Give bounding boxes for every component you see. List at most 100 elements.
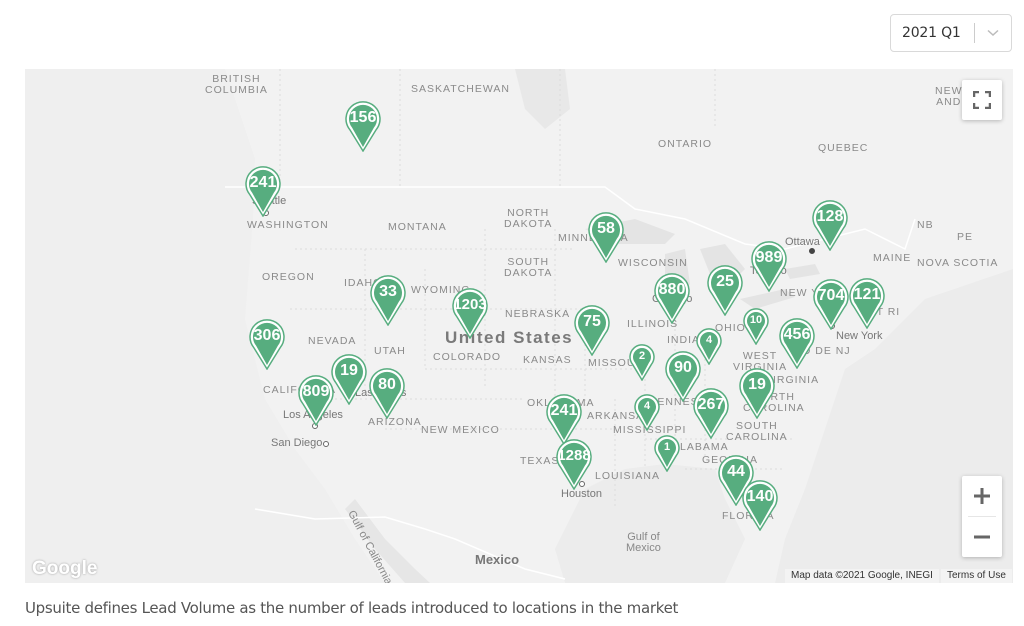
city-san-diego: San Diego [271, 437, 323, 449]
google-logo[interactable]: Google [32, 558, 97, 580]
map-pin-icon [629, 344, 655, 381]
marker-value: 80 [378, 376, 396, 393]
marker-value: 989 [755, 249, 783, 266]
label-quebec: QUEBEC [818, 142, 869, 154]
marker-value: 33 [379, 283, 397, 300]
zoom-control [962, 476, 1002, 557]
minus-icon [974, 535, 990, 539]
marker-value: 140 [746, 488, 774, 505]
marker-value: 704 [817, 287, 845, 304]
lead-marker[interactable]: 33 [369, 274, 407, 326]
lead-marker[interactable]: 1288 [555, 438, 593, 490]
label-newfoundland: NEW AND [935, 85, 963, 108]
label-colorado: COLORADO [433, 351, 502, 363]
marker-value: 306 [253, 327, 281, 344]
zoom-out-button[interactable] [962, 517, 1002, 557]
lead-volume-map[interactable]: BRITISH COLUMBIA SASKATCHEWAN ONTARIO QUE… [25, 69, 1013, 583]
label-new-mexico: NEW MEXICO [421, 424, 500, 436]
label-mexico: Mexico [475, 552, 520, 567]
city-new-york: New York [836, 330, 883, 342]
lead-marker[interactable]: 25 [706, 264, 744, 316]
label-nova-scotia: NOVA SCOTIA [917, 257, 999, 269]
marker-value: 4 [643, 400, 651, 412]
label-montana: MONTANA [388, 221, 447, 233]
lead-marker[interactable]: 121 [848, 277, 886, 329]
lead-volume-caption: Upsuite defines Lead Volume as the numbe… [25, 599, 679, 617]
marker-value: 241 [249, 174, 277, 191]
map-pin-icon [556, 439, 592, 490]
lead-marker[interactable]: 306 [248, 318, 286, 370]
label-oregon: OREGON [262, 271, 315, 283]
fullscreen-icon [973, 91, 991, 109]
lead-marker[interactable]: 80 [368, 367, 406, 419]
label-south-dakota: SOUTH DAKOTA [504, 256, 553, 279]
marker-value: 2 [638, 350, 646, 362]
marker-value: 121 [853, 286, 881, 303]
lead-marker[interactable]: 809 [297, 374, 335, 426]
lead-marker[interactable]: 128 [811, 199, 849, 251]
label-south-carolina: SOUTH CAROLINA [726, 420, 788, 443]
marker-value: 10 [749, 314, 763, 326]
marker-value: 90 [674, 359, 692, 376]
label-washington: WASHINGTON [247, 219, 329, 231]
label-pe: PE [957, 231, 974, 243]
marker-value: 1203 [453, 296, 487, 313]
label-saskatchewan: SASKATCHEWAN [411, 83, 510, 95]
terms-of-use-link[interactable]: Terms of Use [941, 569, 1012, 583]
city-dot [323, 441, 329, 447]
label-kansas: KANSAS [523, 354, 572, 366]
lead-marker[interactable]: 267 [692, 387, 730, 439]
lead-marker[interactable]: 4 [633, 393, 661, 431]
marker-value: 4 [705, 334, 713, 346]
label-texas: TEXAS [520, 455, 560, 467]
marker-value: 880 [658, 281, 686, 298]
period-select-value: 2021 Q1 [902, 25, 961, 41]
label-maine: MAINE [873, 252, 912, 264]
zoom-in-button[interactable] [962, 476, 1002, 516]
lead-marker[interactable]: 1 [653, 434, 681, 472]
marker-value: 241 [550, 402, 578, 419]
lead-marker[interactable]: 140 [741, 479, 779, 531]
lead-marker[interactable]: 1203 [451, 287, 489, 339]
label-nevada: NEVADA [308, 335, 357, 347]
marker-value: 809 [302, 383, 330, 400]
lead-marker[interactable]: 880 [653, 272, 691, 324]
map-pin-icon [743, 308, 769, 345]
marker-value: 58 [597, 220, 615, 237]
city-houston: Houston [561, 488, 602, 500]
label-louisiana: LOUISIANA [595, 470, 661, 482]
lead-marker[interactable]: 704 [812, 278, 850, 330]
lead-marker[interactable]: 19 [738, 367, 776, 419]
marker-value: 128 [816, 208, 844, 225]
marker-value: 75 [583, 313, 601, 330]
lead-marker[interactable]: 75 [573, 304, 611, 356]
lead-marker[interactable]: 456 [778, 317, 816, 369]
marker-value: 25 [716, 273, 734, 290]
label-gulf-of-mexico: Gulf of Mexico [626, 531, 661, 554]
label-nebraska: NEBRASKA [505, 308, 571, 320]
lead-marker[interactable]: 989 [750, 240, 788, 292]
marker-value: 1 [663, 441, 671, 453]
marker-value: 267 [697, 396, 725, 413]
chevron-down-icon[interactable] [975, 29, 1011, 37]
label-utah: UTAH [374, 345, 406, 357]
marker-value: 19 [748, 376, 766, 393]
lead-marker[interactable]: 156 [344, 100, 382, 152]
plus-icon [974, 488, 990, 504]
label-north-dakota: NORTH DAKOTA [504, 207, 553, 230]
fullscreen-button[interactable] [962, 80, 1002, 120]
map-pin-icon [452, 288, 488, 339]
lead-marker[interactable]: 58 [587, 211, 625, 263]
map-pin-icon [654, 435, 680, 472]
lead-marker[interactable]: 10 [742, 307, 770, 345]
lead-marker[interactable]: 19 [330, 353, 368, 405]
lead-marker[interactable]: 2 [628, 343, 656, 381]
label-nb: NB [917, 219, 934, 231]
period-select[interactable]: 2021 Q1 [890, 14, 1012, 52]
label-british-columbia: BRITISH COLUMBIA [205, 73, 268, 96]
map-attribution: Map data ©2021 Google, INEGI [785, 569, 939, 583]
map-pin-icon [634, 394, 660, 431]
marker-value: 156 [349, 109, 377, 126]
marker-value: 1288 [557, 447, 591, 464]
lead-marker[interactable]: 241 [244, 165, 282, 217]
